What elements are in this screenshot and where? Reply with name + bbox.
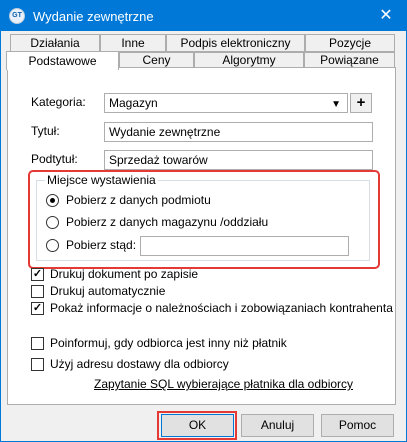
chevron-down-icon: ▼	[331, 99, 341, 110]
tab-podstawowe[interactable]: Podstawowe	[6, 51, 119, 70]
kategoria-value: Magazyn	[109, 96, 158, 110]
kategoria-select[interactable]: Magazyn ▼	[104, 93, 348, 113]
radio-pobierz-stad[interactable]	[46, 239, 59, 252]
app-icon: GT	[9, 8, 25, 24]
radio-pobierz-podmiotu[interactable]	[46, 194, 59, 207]
title-bar[interactable]: GT Wydanie zewnętrzne ✕	[1, 1, 406, 31]
kategoria-label: Kategoria:	[31, 95, 86, 109]
tab-pozycje[interactable]: Pozycje	[305, 34, 395, 52]
tab-inne[interactable]: Inne	[100, 34, 166, 52]
sql-platnik-link[interactable]: Zapytanie SQL wybierające płatnika dla o…	[94, 377, 353, 391]
radio-label-magazynu: Pobierz z danych magazynu /oddziału	[66, 215, 269, 229]
checkbox-pokaz-naleznosci[interactable]: ✓	[31, 302, 44, 315]
checkbox-drukuj-po-zapisie[interactable]: ✓	[31, 268, 44, 281]
tab-panel-podstawowe: Kategoria: Magazyn ▼ + Tytuł: Wydanie ze…	[7, 67, 396, 405]
miejsce-wystawienia-title: Miejsce wystawienia	[45, 173, 158, 187]
radio-label-stad: Pobierz stąd:	[66, 238, 137, 252]
dialog-window: GT Wydanie zewnętrzne ✕ Działania Inne P…	[0, 0, 407, 442]
checkbox-poinformuj-odbiorca[interactable]	[31, 337, 44, 350]
tab-podpis-elektroniczny[interactable]: Podpis elektroniczny	[166, 34, 305, 52]
checkbox-uzyj-adresu[interactable]	[31, 358, 44, 371]
radio-label-podmiotu: Pobierz z danych podmiotu	[66, 193, 211, 207]
add-category-button[interactable]: +	[350, 93, 372, 113]
podtytul-input[interactable]: Sprzedaż towarów	[104, 150, 373, 170]
tab-dzialania[interactable]: Działania	[10, 34, 100, 52]
label-pokaz-naleznosci: Pokaż informacje o należnościach i zobow…	[50, 301, 393, 315]
label-poinformuj-odbiorca: Poinformuj, gdy odbiorca jest inny niż p…	[50, 336, 287, 350]
cancel-button[interactable]: Anuluj	[241, 414, 314, 437]
tab-powiazane[interactable]: Powiązane	[304, 52, 395, 68]
miejsce-wystawienia-group: Miejsce wystawienia Pobierz z danych pod…	[36, 173, 370, 261]
tytul-input[interactable]: Wydanie zewnętrzne	[104, 122, 373, 142]
tytul-label: Tytuł:	[31, 124, 60, 138]
pobierz-stad-input[interactable]	[140, 236, 349, 256]
label-drukuj-po-zapisie: Drukuj dokument po zapisie	[50, 267, 199, 281]
radio-pobierz-magazynu[interactable]	[46, 216, 59, 229]
tab-ceny[interactable]: Ceny	[119, 52, 194, 68]
tab-algorytmy[interactable]: Algorytmy	[194, 52, 304, 68]
help-button[interactable]: Pomoc	[321, 414, 394, 437]
label-uzyj-adresu: Użyj adresu dostawy dla odbiorcy	[50, 357, 229, 371]
label-drukuj-automatycznie: Drukuj automatycznie	[50, 284, 166, 298]
ok-button[interactable]: OK	[161, 414, 234, 437]
window-title: Wydanie zewnętrzne	[33, 9, 154, 24]
podtytul-label: Podtytuł:	[31, 152, 78, 166]
close-icon[interactable]: ✕	[366, 1, 406, 31]
checkbox-drukuj-automatycznie[interactable]	[31, 285, 44, 298]
